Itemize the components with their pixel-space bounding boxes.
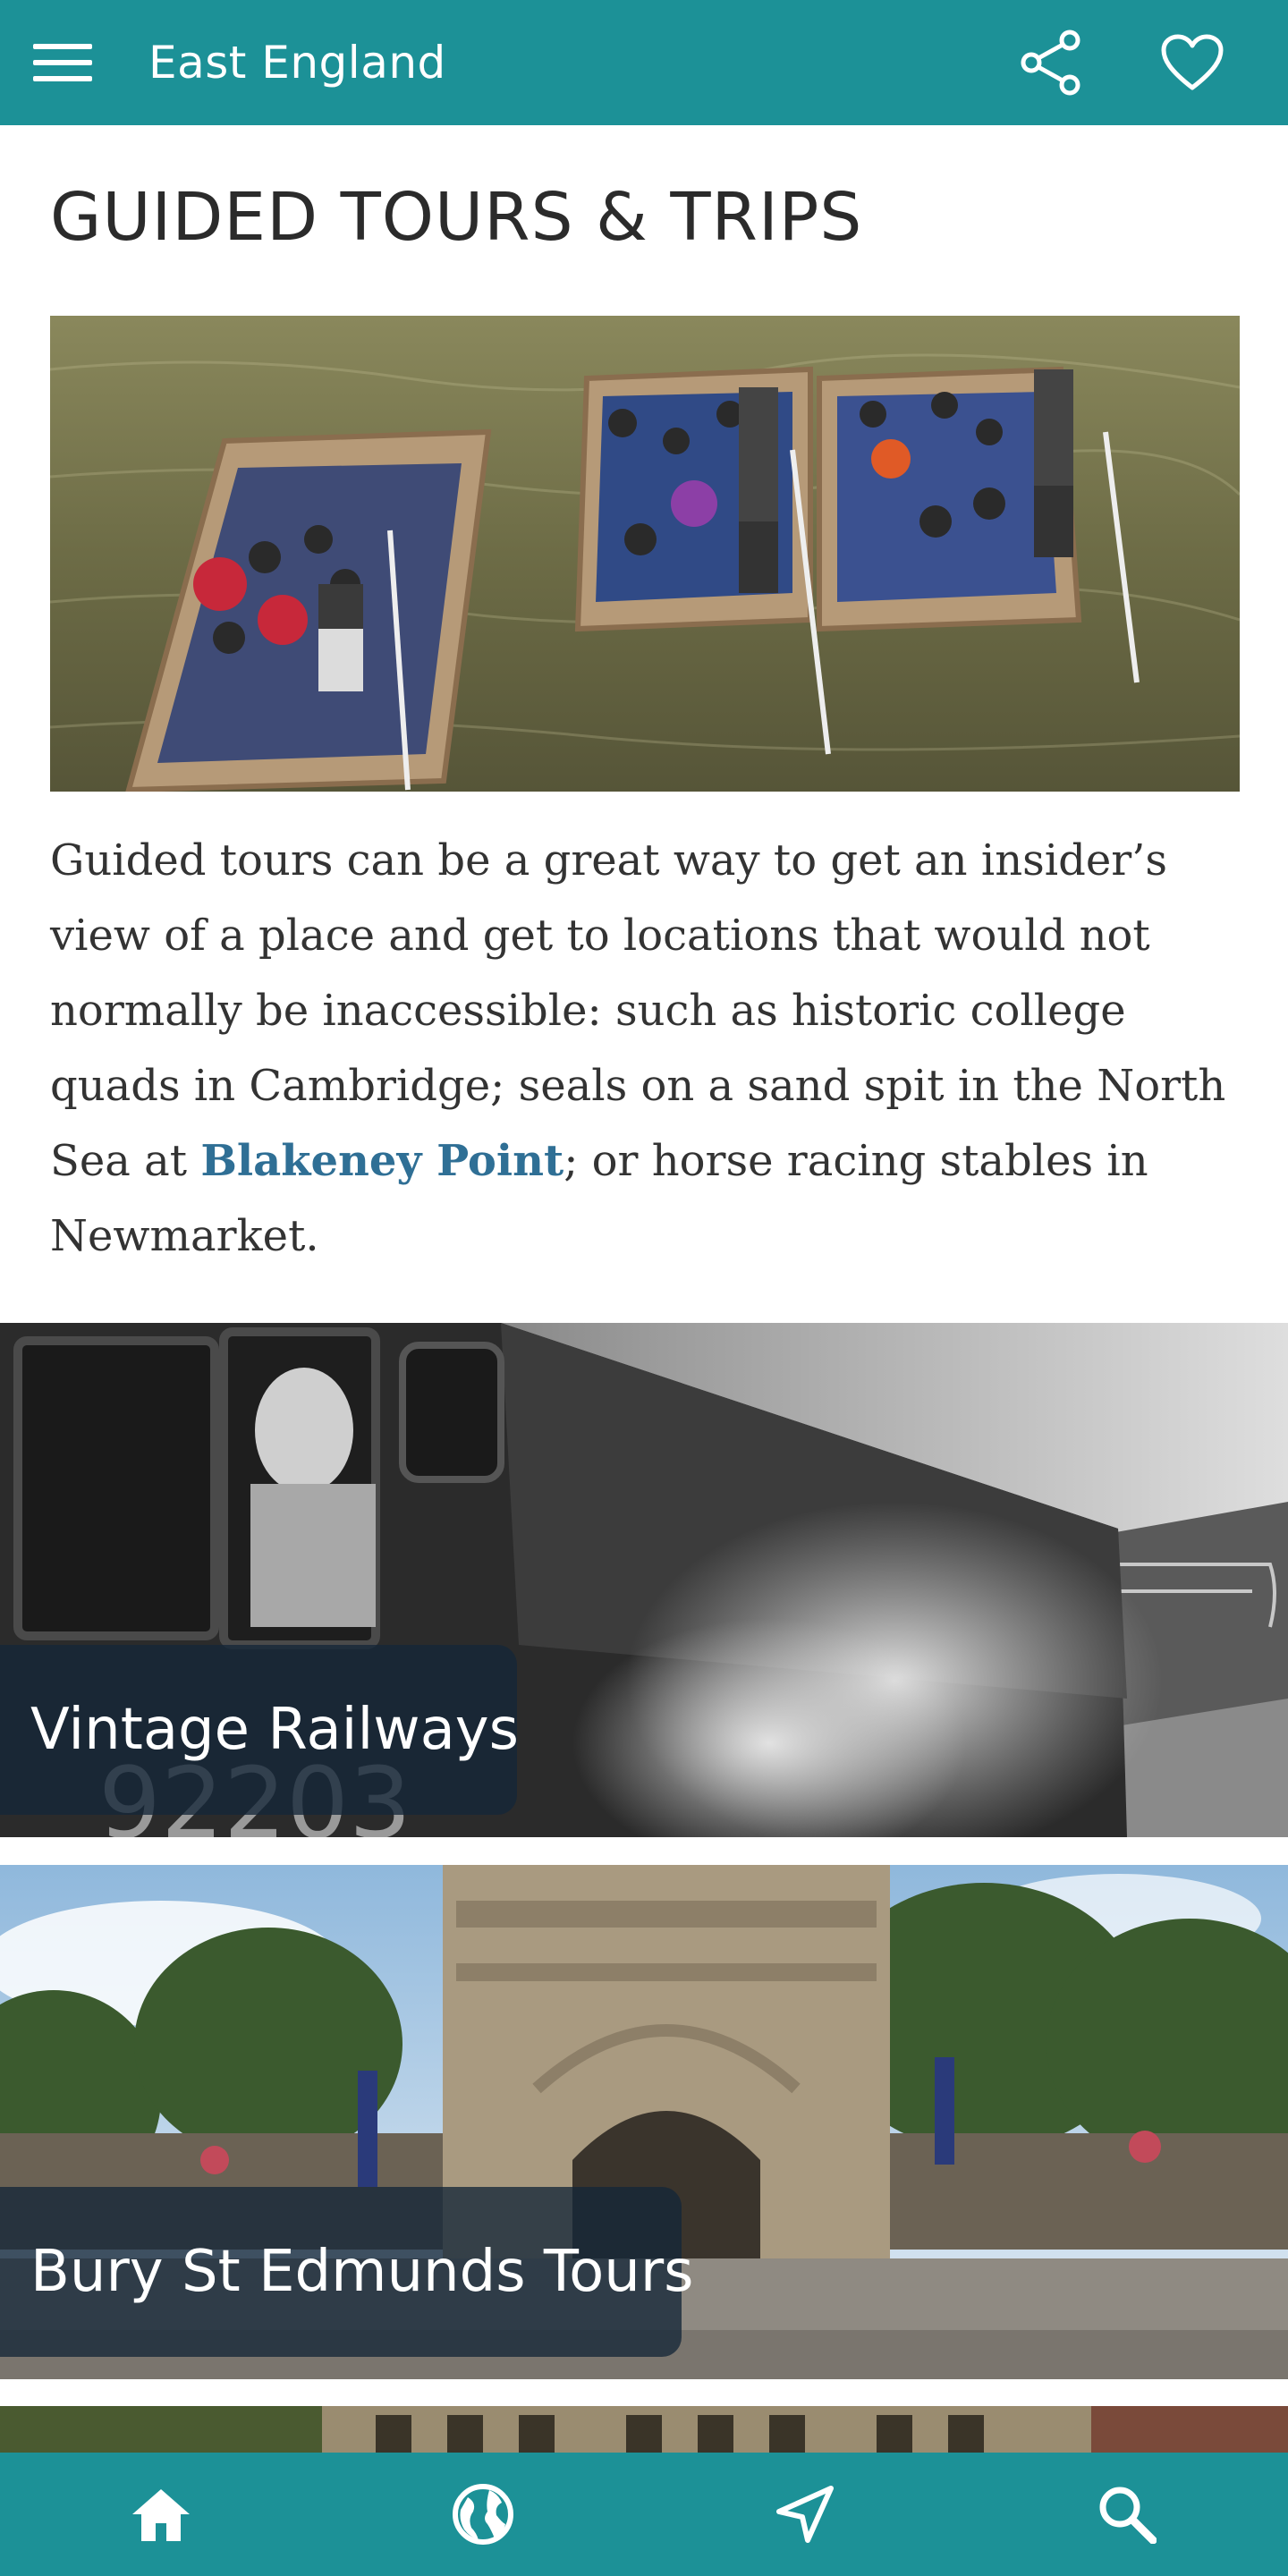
page-title: GUIDED TOURS & TRIPS [50, 179, 863, 256]
card-label-box: Vintage Railways [0, 1645, 519, 1815]
app-bar: East England [0, 0, 1288, 125]
intro-text-start: Guided tours can be a great way to get a… [50, 835, 1226, 1186]
nav-home-button[interactable] [121, 2474, 201, 2555]
intro-paragraph: Guided tours can be a great way to get a… [50, 823, 1249, 1274]
hamburger-menu-icon [33, 44, 92, 81]
card-vintage-railways[interactable]: 92203 Vintage Railways [0, 1323, 1288, 1837]
share-icon [1021, 30, 1080, 96]
card-title: Vintage Railways [30, 1697, 519, 1763]
share-button[interactable] [1015, 27, 1087, 98]
globe-icon [453, 2484, 513, 2545]
card-label-box: Bury St Edmunds Tours [0, 2187, 694, 2357]
favorite-button[interactable] [1157, 27, 1228, 98]
card-bury-st-edmunds-tours[interactable]: Bury St Edmunds Tours [0, 1865, 1288, 2379]
home-icon [132, 2489, 190, 2541]
navigation-arrow-icon [776, 2486, 834, 2543]
app-title: East England [148, 37, 446, 89]
bottom-navigation [0, 2453, 1288, 2576]
hero-image [50, 316, 1240, 792]
nav-explore-button[interactable] [443, 2474, 523, 2555]
heart-icon [1161, 34, 1224, 90]
nav-directions-button[interactable] [765, 2474, 845, 2555]
card-title: Bury St Edmunds Tours [30, 2239, 694, 2305]
search-icon [1099, 2487, 1157, 2544]
nav-search-button[interactable] [1087, 2474, 1167, 2555]
blakeney-point-link[interactable]: Blakeney Point [200, 1136, 564, 1186]
menu-button[interactable] [27, 36, 98, 89]
